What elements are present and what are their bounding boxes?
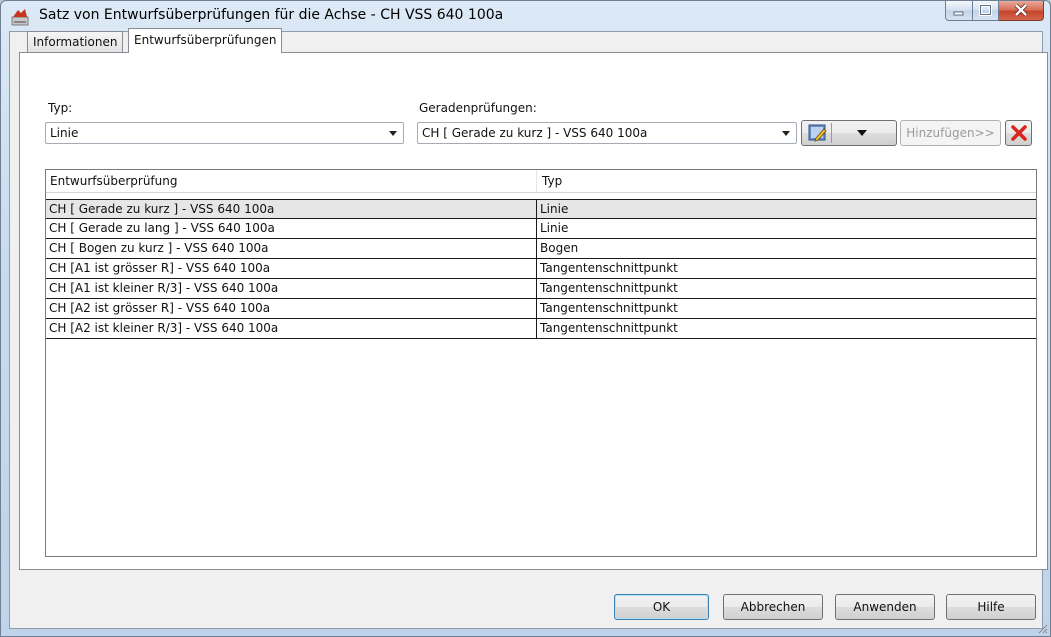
dialog-window: Satz von Entwurfsüberprüfungen für die A… xyxy=(0,0,1051,637)
resize-grip-icon[interactable] xyxy=(1036,622,1048,634)
app-icon xyxy=(11,9,29,26)
table-row[interactable]: CH [ Bogen zu kurz ] - VSS 640 100a Bogen xyxy=(46,239,1036,259)
type-cell: Bogen xyxy=(540,241,579,255)
table-row[interactable]: CH [A1 ist grösser R] - VSS 640 100a Tang… xyxy=(46,259,1036,279)
cell-divider xyxy=(536,219,537,238)
delete-x-icon xyxy=(1011,125,1027,141)
check-cell: CH [ Gerade zu kurz ] - VSS 640 100a xyxy=(49,202,275,216)
close-icon xyxy=(1014,3,1028,17)
checks-table[interactable]: Entwurfsüberprüfung Typ CH [ Gerade zu k… xyxy=(45,169,1037,557)
cell-divider xyxy=(536,200,537,219)
minimize-icon xyxy=(953,11,964,16)
table-row[interactable]: CH [A2 ist kleiner R/3] - VSS 640 100a Ta… xyxy=(46,319,1036,339)
cancel-button[interactable]: Abbrechen xyxy=(723,594,823,620)
type-cell: Tangentenschnittpunkt xyxy=(540,261,678,275)
ok-button[interactable]: OK xyxy=(614,594,709,620)
chevron-down-icon xyxy=(857,130,867,136)
caption-buttons xyxy=(945,1,1044,21)
apply-button[interactable]: Anwenden xyxy=(835,594,935,620)
chevron-down-icon xyxy=(782,131,790,136)
check-cell: CH [A1 ist kleiner R/3] - VSS 640 100a xyxy=(49,281,279,295)
table-row[interactable]: CH [ Gerade zu lang ] - VSS 640 100a Lini… xyxy=(46,219,1036,239)
check-cell: CH [ Gerade zu lang ] - VSS 640 100a xyxy=(49,221,275,235)
tab-informationen[interactable]: Informationen xyxy=(27,31,124,52)
type-cell: Linie xyxy=(540,221,569,235)
checks-dropdown-value: CH [ Gerade zu kurz ] - VSS 640 100a xyxy=(422,126,648,140)
table-row[interactable]: CH [A1 ist kleiner R/3] - VSS 640 100a Ta… xyxy=(46,279,1036,299)
type-cell: Tangentenschnittpunkt xyxy=(540,281,678,295)
column-divider[interactable] xyxy=(536,170,537,192)
checks-dropdown[interactable]: CH [ Gerade zu kurz ] - VSS 640 100a xyxy=(417,122,797,144)
tab-entwurfsueberpruefungen[interactable]: Entwurfsüberprüfungen xyxy=(128,28,283,53)
chevron-down-icon xyxy=(389,131,397,136)
cell-divider xyxy=(536,319,537,338)
type-cell: Tangentenschnittpunkt xyxy=(540,321,678,335)
table-row[interactable]: CH [A2 ist grösser R] - VSS 640 100a Tang… xyxy=(46,299,1036,319)
delete-button[interactable] xyxy=(1005,120,1032,146)
cell-divider xyxy=(536,239,537,258)
type-label: Typ: xyxy=(48,101,73,115)
maximize-icon xyxy=(979,4,992,16)
edit-pencil-icon xyxy=(808,124,827,142)
type-dropdown[interactable]: Linie xyxy=(45,122,404,144)
type-cell: Linie xyxy=(540,202,569,216)
check-cell: CH [A2 ist kleiner R/3] - VSS 640 100a xyxy=(49,321,279,335)
column-header-check[interactable]: Entwurfsüberprüfung xyxy=(50,174,177,188)
title-bar[interactable]: Satz von Entwurfsüberprüfungen für die A… xyxy=(1,1,1050,31)
close-button[interactable] xyxy=(999,1,1044,21)
cell-divider xyxy=(536,299,537,318)
checks-label: Geradenprüfungen: xyxy=(419,101,537,115)
column-header-type[interactable]: Typ xyxy=(542,174,562,188)
help-button[interactable]: Hilfe xyxy=(946,594,1036,620)
type-cell: Tangentenschnittpunkt xyxy=(540,301,678,315)
cell-divider xyxy=(536,279,537,298)
check-cell: CH [A2 ist grösser R] - VSS 640 100a xyxy=(49,301,271,315)
check-cell: CH [ Bogen zu kurz ] - VSS 640 100a xyxy=(49,241,269,255)
minimize-button[interactable] xyxy=(945,1,973,21)
check-cell: CH [A1 ist grösser R] - VSS 640 100a xyxy=(49,261,271,275)
cell-divider xyxy=(536,259,537,278)
add-button[interactable]: Hinzufügen>> xyxy=(900,120,1001,146)
type-dropdown-value: Linie xyxy=(50,126,79,140)
window-title: Satz von Entwurfsüberprüfungen für die A… xyxy=(39,7,504,23)
table-header: Entwurfsüberprüfung Typ xyxy=(46,170,1036,193)
edit-split-button[interactable] xyxy=(801,120,897,146)
table-row[interactable]: CH [ Gerade zu kurz ] - VSS 640 100a Lini… xyxy=(46,199,1036,219)
maximize-button[interactable] xyxy=(973,1,999,21)
